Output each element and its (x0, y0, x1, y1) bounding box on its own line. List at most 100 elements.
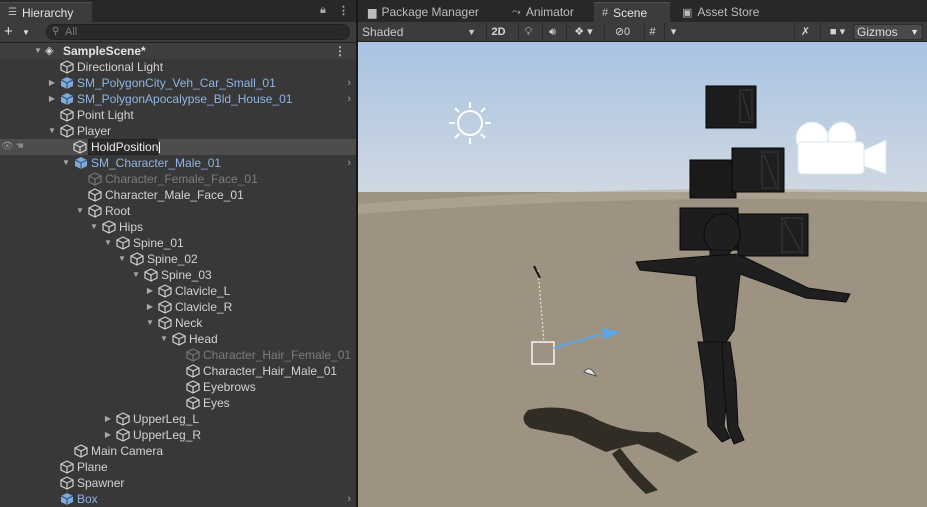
fold-open-icon[interactable]: ▼ (75, 203, 85, 219)
chevron-right-icon[interactable]: › (347, 491, 351, 507)
draw-mode-dropdown[interactable]: Shaded ▼ (362, 23, 478, 41)
list-item[interactable]: ▶ SM_PolygonApocalypse_Bld_House_01 › (0, 91, 356, 107)
fold-open-icon[interactable]: ▼ (145, 315, 155, 331)
item-label: SM_PolygonCity_Veh_Car_Small_01 (77, 76, 276, 90)
tools-wrench-icon[interactable]: ✗ (794, 23, 816, 41)
tab-asset-store[interactable]: ▣ Asset Store (674, 2, 770, 22)
list-item[interactable]: ▶ SM_PolygonCity_Veh_Car_Small_01 › (0, 75, 356, 91)
item-label: Main Camera (91, 444, 164, 458)
fold-open-icon[interactable]: ▼ (61, 155, 71, 171)
chevron-right-icon[interactable]: › (347, 75, 351, 91)
list-item[interactable]: ▼ Hips (0, 219, 356, 235)
hierarchy-tabbar: ☰ Hierarchy 🔒︎ ⋮ (0, 0, 356, 22)
chevron-right-icon[interactable]: › (347, 91, 351, 107)
fold-closed-icon[interactable]: ▶ (47, 75, 57, 91)
list-item[interactable]: ▶ UpperLeg_R (0, 427, 356, 443)
item-label: Neck (175, 316, 203, 330)
fold-closed-icon[interactable]: ▶ (103, 411, 113, 427)
scene-root-row[interactable]: ▼ ◈ SampleScene* ⋮ (0, 43, 356, 59)
hidden-objects-toggle[interactable]: ⊘0 (604, 23, 640, 41)
pickable-hand-icon[interactable]: ☚ (15, 139, 24, 155)
item-label: Spawner (77, 476, 125, 490)
list-item[interactable]: ▶ UpperLeg_L (0, 411, 356, 427)
rename-input[interactable]: HoldPosition (88, 139, 161, 155)
gameobject-cube-icon (88, 204, 102, 218)
list-item[interactable]: Eyes (0, 395, 356, 411)
prefab-cube-icon (60, 493, 74, 505)
list-item[interactable]: Character_Hair_Male_01 (0, 363, 356, 379)
list-item[interactable]: ▼ Spine_01 (0, 235, 356, 251)
scene-render[interactable] (358, 42, 927, 507)
list-item[interactable]: Plane (0, 459, 356, 475)
fold-open-icon[interactable]: ▼ (89, 219, 99, 235)
item-label: Eyes (203, 396, 230, 410)
list-item[interactable]: ▼ Spine_02 (0, 251, 356, 267)
fold-closed-icon[interactable]: ▶ (47, 91, 57, 107)
list-item[interactable]: Spawner (0, 475, 356, 491)
fold-open-icon[interactable]: ▼ (103, 235, 113, 251)
fold-open-icon[interactable]: ▼ (131, 267, 141, 283)
fold-open-icon[interactable]: ▼ (33, 43, 43, 59)
scene-menu-icon[interactable]: ⋮ (334, 43, 346, 59)
fold-open-icon[interactable]: ▼ (159, 331, 169, 347)
chevron-right-icon[interactable]: › (347, 155, 351, 171)
lock-icon[interactable]: 🔒︎ (320, 4, 326, 17)
fold-open-icon[interactable]: ▼ (117, 251, 127, 267)
tab-label: Scene (613, 5, 648, 20)
list-item-selected[interactable]: 👁︎ ☚ HoldPosition (0, 139, 356, 155)
scene-tabbar: ▆ Package Manager ⤳ Animator # Scene ▣ A… (358, 0, 927, 22)
eye-slash-icon: ⊘ (614, 26, 625, 38)
camera-dropdown-icon[interactable]: ■ ▾ (820, 23, 854, 41)
tab-animator[interactable]: ⤳ Animator (504, 2, 592, 22)
list-item[interactable]: Point Light (0, 107, 356, 123)
prefab-cube-icon (74, 157, 88, 169)
hierarchy-search-input[interactable]: ⚲ All (46, 24, 350, 40)
item-label: Plane (77, 460, 108, 474)
grid-toggle-icon[interactable]: # (644, 23, 660, 41)
item-label: Directional Light (77, 60, 164, 74)
more-options-icon[interactable]: ⋮ (338, 4, 349, 17)
item-label: Box (77, 492, 98, 506)
add-object-button[interactable]: + ▼ (4, 23, 34, 41)
fold-closed-icon[interactable]: ▶ (103, 427, 113, 443)
visibility-eye-icon[interactable]: 👁︎ (1, 139, 14, 155)
list-item[interactable]: Character_Hair_Female_01 (0, 347, 356, 363)
list-icon: ☰ (8, 7, 17, 18)
fold-closed-icon[interactable]: ▶ (145, 299, 155, 315)
gameobject-cube-icon (102, 220, 116, 234)
list-item[interactable]: Box › (0, 491, 356, 507)
tab-scene[interactable]: # Scene (594, 2, 670, 22)
list-item[interactable]: ▼ Neck (0, 315, 356, 331)
list-item[interactable]: Character_Male_Face_01 (0, 187, 356, 203)
list-item[interactable]: ▼ Spine_03 (0, 267, 356, 283)
gameobject-cube-icon (116, 428, 130, 442)
fold-open-icon[interactable]: ▼ (47, 123, 57, 139)
item-label: Root (105, 204, 131, 218)
list-item[interactable]: Eyebrows (0, 379, 356, 395)
effects-dropdown-icon[interactable]: ❖ ▾ (566, 23, 600, 41)
toggle-2d-button[interactable]: 2D (486, 23, 510, 41)
item-label: Point Light (77, 108, 134, 122)
list-item[interactable]: Directional Light (0, 59, 356, 75)
gizmos-dropdown[interactable]: Gizmos ▼ (853, 24, 923, 40)
tab-hierarchy[interactable]: ☰ Hierarchy (0, 2, 92, 22)
list-item[interactable]: ▼ Root (0, 203, 356, 219)
tab-package-manager[interactable]: ▆ Package Manager (360, 2, 496, 22)
list-item[interactable]: ▼ SM_Character_Male_01 › (0, 155, 356, 171)
gameobject-cube-icon (116, 236, 130, 250)
list-item[interactable]: ▼ Head (0, 331, 356, 347)
item-label: SM_PolygonApocalypse_Bld_House_01 (77, 92, 293, 106)
tab-label: Animator (525, 5, 574, 19)
scene-viewport[interactable] (358, 42, 927, 507)
list-item[interactable]: ▼ Player (0, 123, 356, 139)
lighting-bulb-icon[interactable]: 💡︎ (518, 23, 538, 41)
list-item[interactable]: Main Camera (0, 443, 356, 459)
item-label: Spine_03 (161, 268, 212, 282)
gameobject-cube-icon (172, 332, 186, 346)
grid-dropdown-icon[interactable]: ▾ (664, 23, 682, 41)
list-item[interactable]: ▶ Clavicle_L (0, 283, 356, 299)
list-item[interactable]: Character_Female_Face_01 (0, 171, 356, 187)
list-item[interactable]: ▶ Clavicle_R (0, 299, 356, 315)
audio-speaker-icon[interactable]: 🔊︎ (542, 23, 562, 41)
fold-closed-icon[interactable]: ▶ (145, 283, 155, 299)
